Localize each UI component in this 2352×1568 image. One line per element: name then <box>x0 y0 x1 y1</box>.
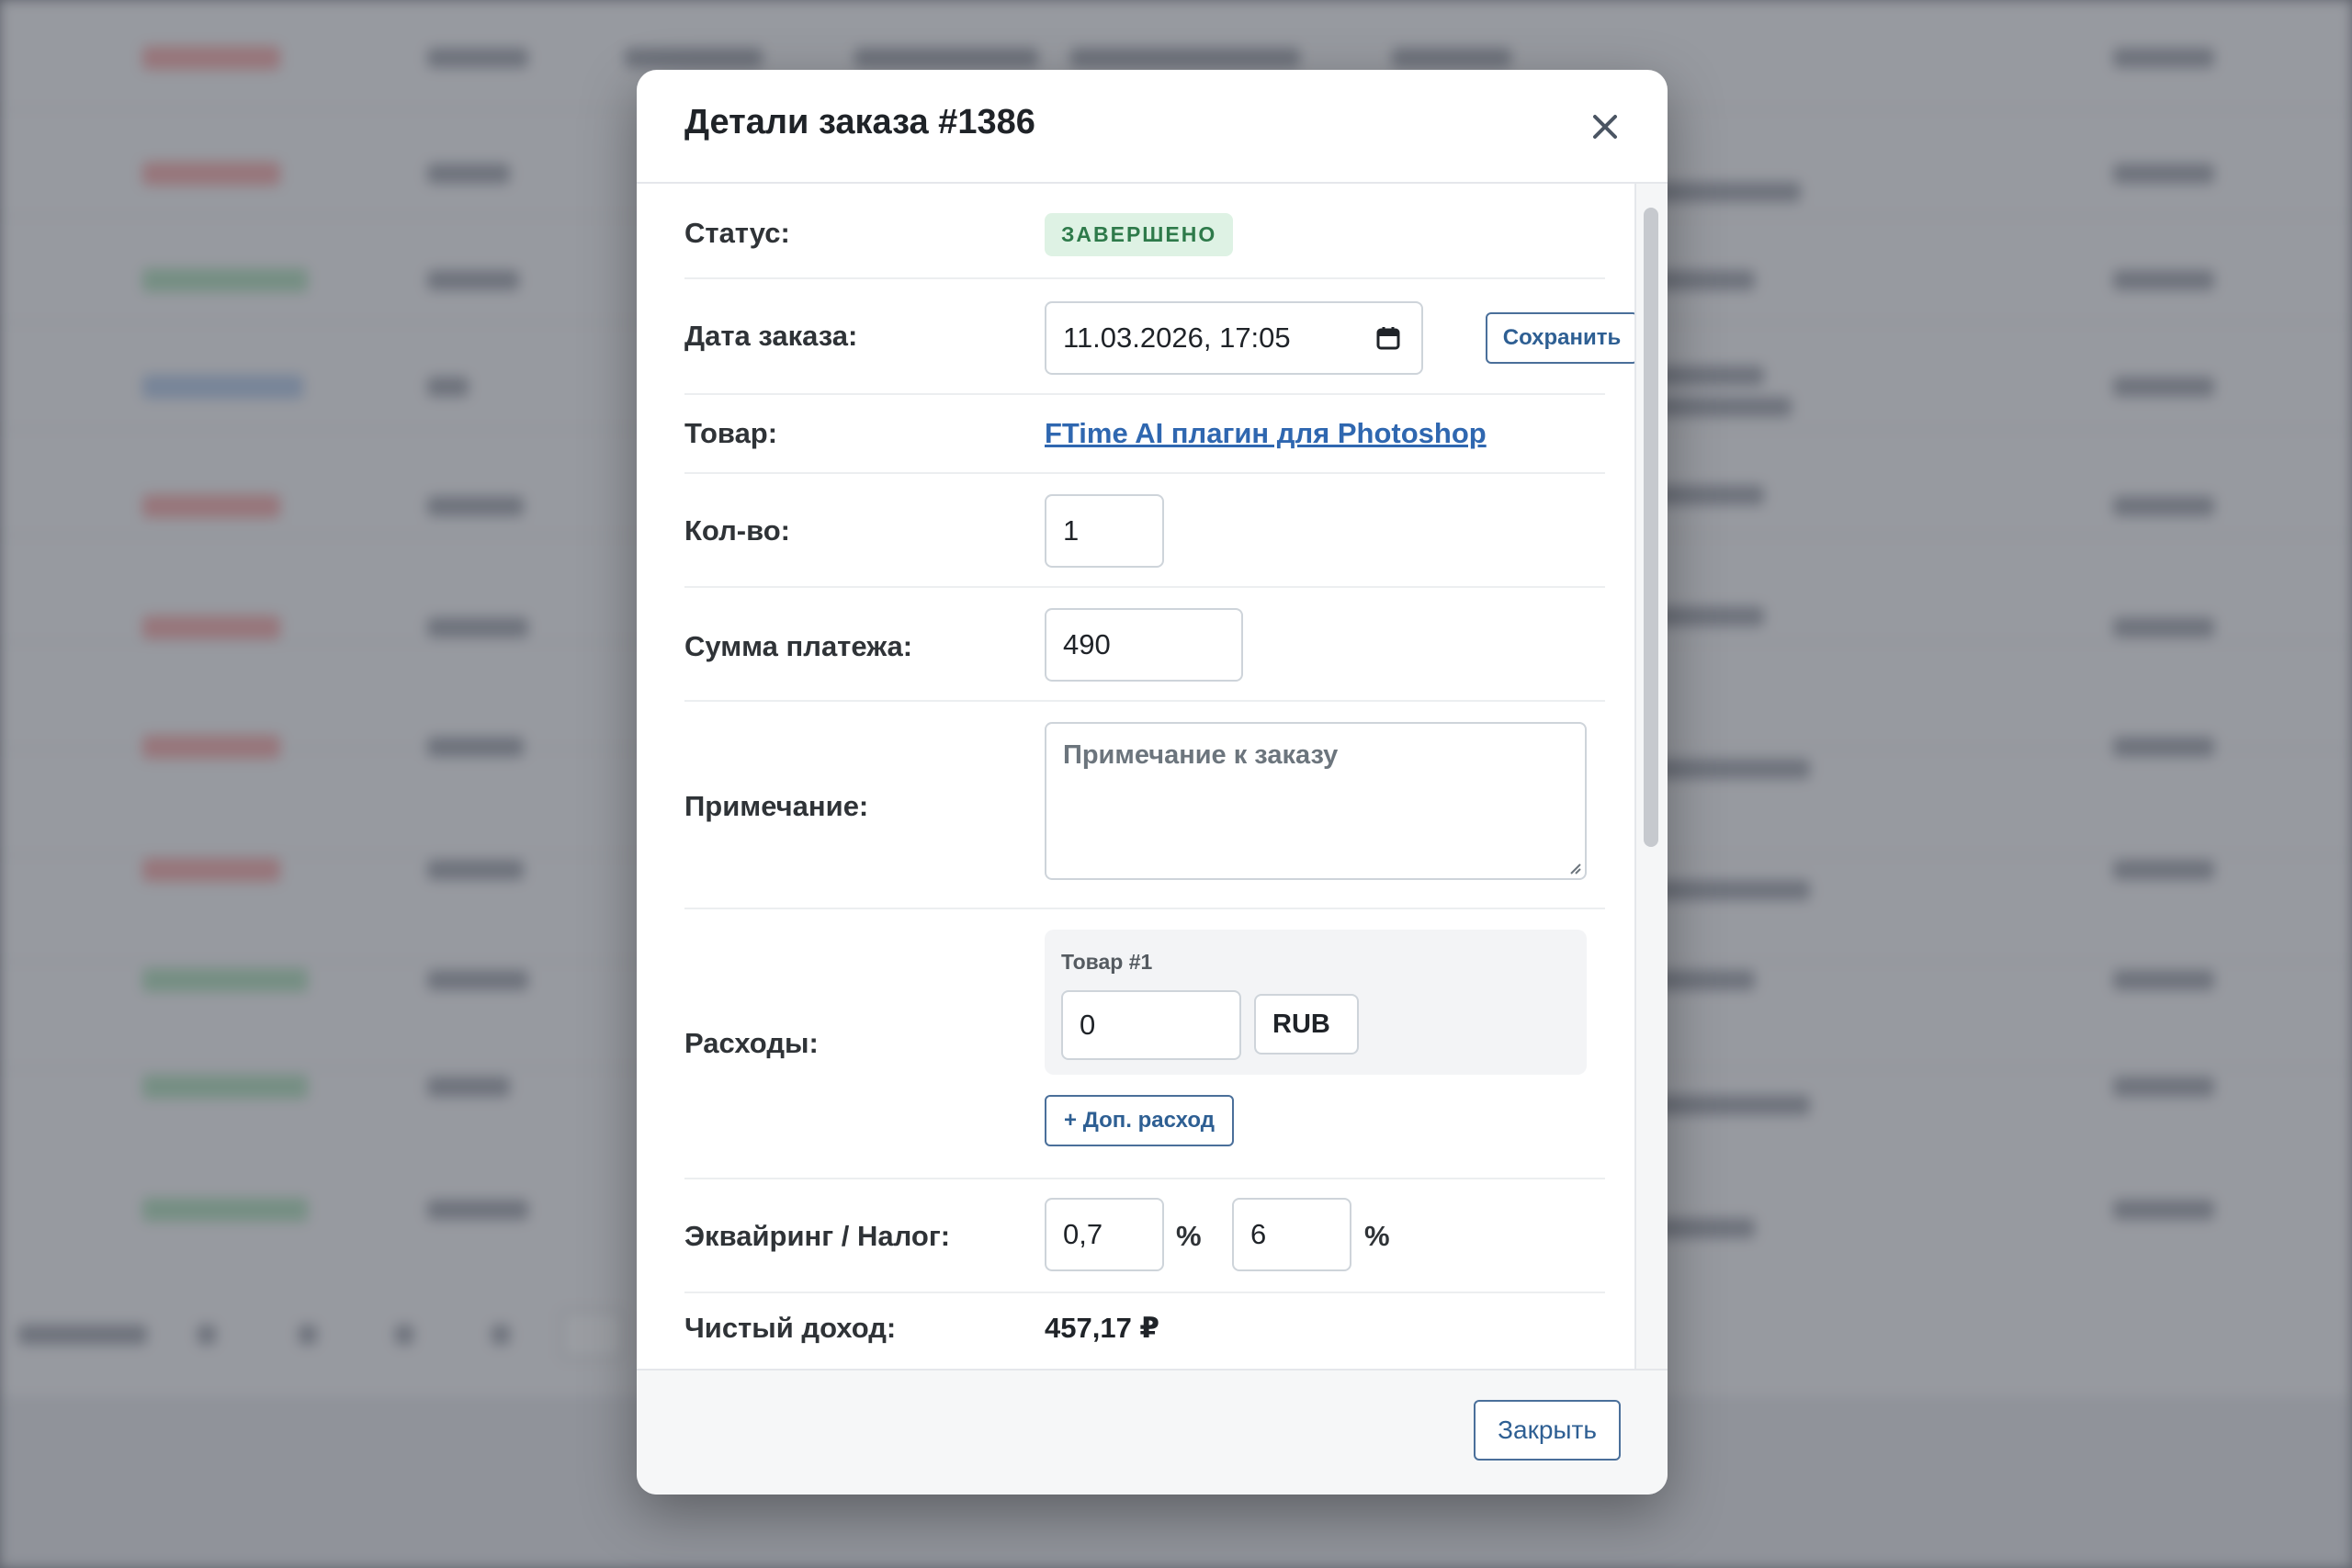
date-row: Дата заказа: 11.03.2026, 17:05 Сохранить <box>684 279 1638 395</box>
expenses-row: Расходы: Товар #1 0 RUB + Доп. расход <box>684 909 1605 1179</box>
expenses-label: Расходы: <box>684 1027 819 1059</box>
quantity-label: Кол-во: <box>684 514 791 547</box>
note-textarea[interactable]: Примечание к заказу <box>1045 722 1587 880</box>
modal-body[interactable]: Статус: ЗАВЕРШЕНО Дата заказа: 11.03.202… <box>637 184 1668 1439</box>
note-label: Примечание: <box>684 790 869 822</box>
tax-percent-sign: % <box>1364 1220 1390 1252</box>
amount-label: Сумма платежа: <box>684 630 913 662</box>
expense-item-title: Товар #1 <box>1061 950 1153 974</box>
expense-item: Товар #1 0 RUB <box>1045 930 1587 1075</box>
date-value: 11.03.2026, 17:05 <box>1063 321 1291 354</box>
expense-currency-select[interactable]: RUB <box>1254 994 1359 1055</box>
tax-input[interactable]: 6 <box>1232 1198 1351 1271</box>
close-icon-glyph <box>1593 115 1617 139</box>
acquiring-label: Эквайринг / Налог: <box>684 1220 951 1252</box>
status-label: Статус: <box>684 217 790 249</box>
date-input[interactable]: 11.03.2026, 17:05 <box>1045 301 1423 375</box>
add-expense-button[interactable]: + Доп. расход <box>1045 1095 1234 1146</box>
order-details-modal: Детали заказа #1386 Статус: ЗАВЕРШЕНО Да… <box>637 70 1668 1495</box>
modal-title: Детали заказа #1386 <box>684 103 1035 141</box>
status-badge: ЗАВЕРШЕНО <box>1045 213 1234 256</box>
quantity-input[interactable]: 1 <box>1045 494 1164 568</box>
amount-input[interactable]: 490 <box>1045 608 1243 682</box>
close-button[interactable]: Закрыть <box>1474 1400 1621 1461</box>
product-row: Товар: FTime AI плагин для Photoshop <box>684 395 1605 474</box>
note-row: Примечание: Примечание к заказу <box>684 702 1605 909</box>
calendar-icon[interactable] <box>1375 325 1401 351</box>
resize-grip-icon[interactable] <box>1566 860 1581 874</box>
status-row: Статус: ЗАВЕРШЕНО <box>684 184 1605 279</box>
quantity-row: Кол-во: 1 <box>684 474 1605 588</box>
date-label: Дата заказа: <box>684 320 858 352</box>
net-income-label: Чистый доход: <box>684 1312 897 1344</box>
net-income-value: 457,17 ₽ <box>1045 1312 1159 1344</box>
acquiring-percent-sign: % <box>1176 1220 1202 1252</box>
scrollbar-thumb[interactable] <box>1644 208 1658 847</box>
modal-footer: Закрыть <box>637 1369 1668 1495</box>
note-placeholder: Примечание к заказу <box>1063 740 1339 770</box>
save-date-button[interactable]: Сохранить <box>1486 312 1638 364</box>
acquiring-row: Эквайринг / Налог: 0,7 % 6 % <box>684 1179 1605 1293</box>
expense-amount-input[interactable]: 0 <box>1061 990 1241 1060</box>
modal-header: Детали заказа #1386 <box>637 70 1668 184</box>
amount-row: Сумма платежа: 490 <box>684 588 1605 702</box>
close-icon[interactable] <box>1583 105 1627 149</box>
product-link[interactable]: FTime AI плагин для Photoshop <box>1045 417 1487 450</box>
product-label: Товар: <box>684 417 778 449</box>
acquiring-input[interactable]: 0,7 <box>1045 1198 1164 1271</box>
net-income-row: Чистый доход: 457,17 ₽ <box>684 1293 1605 1376</box>
